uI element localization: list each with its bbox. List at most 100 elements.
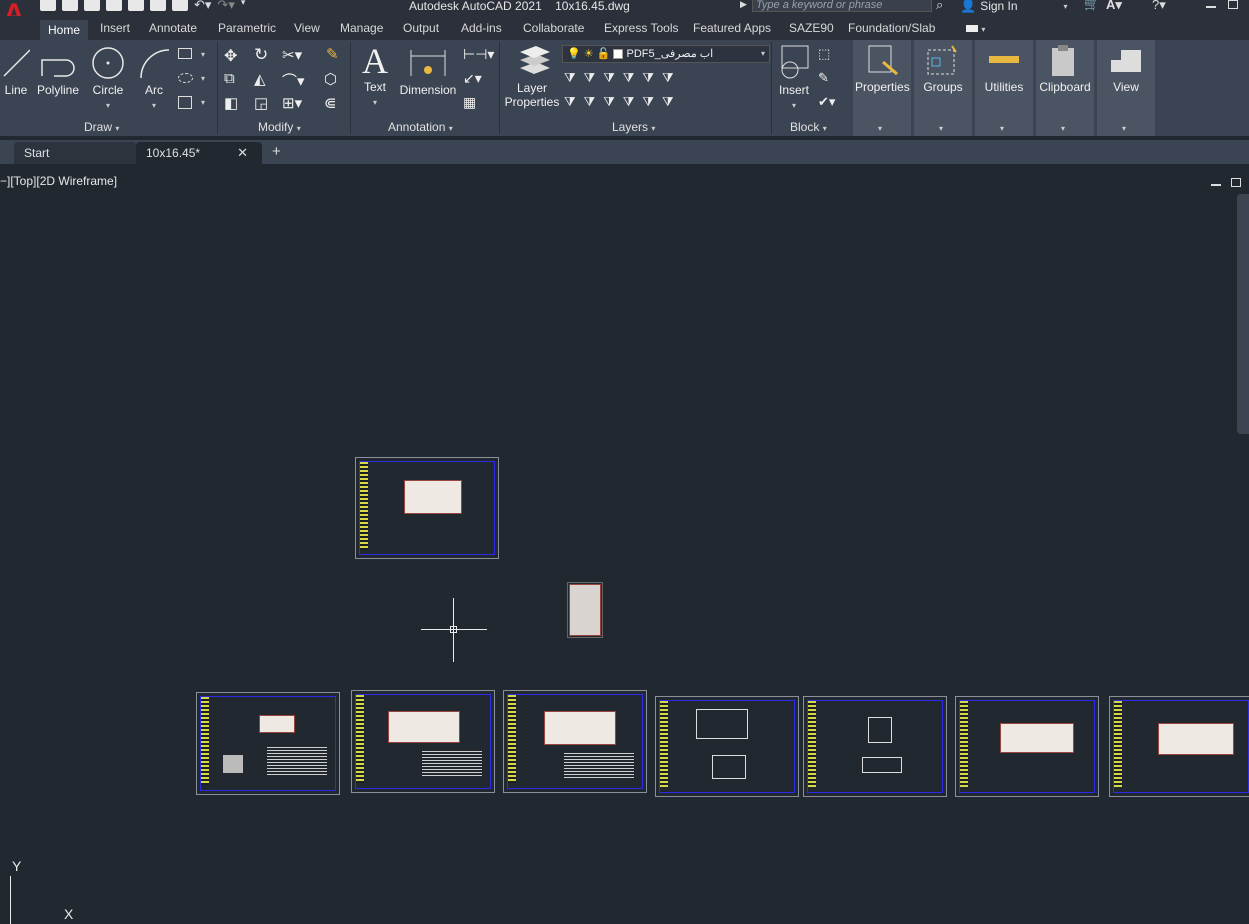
stretch-icon[interactable]: ◧ <box>224 94 238 112</box>
edit-block-icon[interactable]: ✎ <box>818 70 829 86</box>
new-file-icon[interactable] <box>40 0 56 11</box>
move-icon[interactable]: ✥ <box>224 46 237 66</box>
search-expand-icon[interactable]: ▶ <box>740 0 747 10</box>
ribbon-options-icon[interactable]: ▾ <box>966 20 985 40</box>
tab-manage[interactable]: Manage <box>340 20 383 40</box>
layer-properties-button[interactable]: Layer Properties <box>504 44 560 109</box>
draw-panel-title[interactable]: Draw ▾ <box>84 120 119 134</box>
help-icon[interactable]: ?▾ <box>1152 0 1166 13</box>
redo-icon[interactable]: ↷▾ <box>217 0 234 13</box>
fillet-icon[interactable]: ⌒▾ <box>282 70 305 91</box>
layer-on-icon: 💡 <box>567 48 581 60</box>
erase-icon[interactable]: ✎ <box>326 45 339 63</box>
tab-express-tools[interactable]: Express Tools <box>604 20 678 40</box>
block-panel-title[interactable]: Block ▾ <box>790 120 827 134</box>
properties-panel[interactable]: Properties ▾ <box>853 40 911 136</box>
insert-button[interactable]: Insert ▾ <box>776 44 812 111</box>
undo-icon[interactable]: ↶▾ <box>194 0 211 13</box>
arc-button[interactable]: Arc ▾ <box>138 46 170 111</box>
chevron-down-icon[interactable]: ▾ <box>201 74 205 83</box>
drawing-sheet[interactable] <box>355 457 499 559</box>
leader-icon[interactable]: ↙▾ <box>463 70 482 87</box>
drawing-sheet[interactable] <box>503 690 647 793</box>
layer-dropdown[interactable]: 💡 ☀ 🔓 PDF5_اب مصرفی ▾ <box>562 45 770 63</box>
customize-qat-icon[interactable]: ▾ <box>241 0 246 13</box>
layers-panel-title[interactable]: Layers ▾ <box>612 120 655 134</box>
search-icon[interactable]: ⌕ <box>936 0 943 13</box>
tab-home[interactable]: Home <box>40 20 89 40</box>
tab-drawing-file[interactable]: 10x16.45* ✕ <box>136 142 262 164</box>
view-panel[interactable]: View ▾ <box>1097 40 1155 136</box>
tab-insert[interactable]: Insert <box>100 20 130 40</box>
tab-annotate[interactable]: Annotate <box>149 20 197 40</box>
trim-icon[interactable]: ✂▾ <box>282 46 302 64</box>
open-web-icon[interactable] <box>128 0 144 11</box>
drawing-sheet[interactable] <box>655 696 799 797</box>
save-as-icon[interactable] <box>106 0 122 11</box>
text-button[interactable]: A Text ▾ <box>359 42 391 108</box>
tab-parametric[interactable]: Parametric <box>218 20 276 40</box>
cart-icon[interactable]: 🛒 <box>1084 0 1099 11</box>
utilities-panel[interactable]: Utilities ▾ <box>975 40 1033 136</box>
sign-in-button[interactable]: 👤 Sign In ▾ <box>960 0 1068 14</box>
tab-collaborate[interactable]: Collaborate <box>523 20 584 40</box>
annotation-panel-title[interactable]: Annotation ▾ <box>388 120 453 134</box>
groups-panel[interactable]: Groups ▾ <box>914 40 972 136</box>
drawing-sheet[interactable] <box>351 690 495 793</box>
drawing-sheet[interactable] <box>803 696 947 797</box>
dimension-button[interactable]: Dimension <box>397 46 459 97</box>
explode-icon[interactable]: ⬡ <box>324 70 337 88</box>
circle-button[interactable]: Circle ▾ <box>90 46 126 111</box>
chevron-down-icon: ▾ <box>372 98 377 107</box>
floor-plan-drawing[interactable] <box>567 582 603 638</box>
new-tab-icon[interactable]: + <box>272 143 281 160</box>
minimize-icon[interactable] <box>1206 6 1216 8</box>
open-file-icon[interactable] <box>62 0 78 11</box>
viewport-minimize-icon[interactable] <box>1211 184 1221 186</box>
layer-tools-row-2[interactable]: ⧩⧩⧩⧩⧩⧩ <box>564 94 682 110</box>
line-icon <box>3 49 31 77</box>
create-block-icon[interactable]: ⬚ <box>818 46 830 62</box>
navigation-bar[interactable] <box>1237 194 1249 434</box>
polyline-button[interactable]: Polyline <box>36 46 80 97</box>
a360-icon[interactable]: A▾ <box>1106 0 1122 13</box>
rotate-icon[interactable]: ↻ <box>254 45 268 65</box>
clipboard-panel[interactable]: Clipboard ▾ <box>1036 40 1094 136</box>
tab-start[interactable]: Start <box>14 142 136 164</box>
modify-panel-title[interactable]: Modify ▾ <box>258 120 301 134</box>
viewport-maximize-icon[interactable] <box>1231 178 1241 187</box>
array-icon[interactable]: ⊞▾ <box>282 94 302 112</box>
rectangle-icon[interactable] <box>178 48 192 59</box>
scale-icon[interactable]: ◲ <box>254 94 268 112</box>
chevron-down-icon: ▾ <box>878 124 883 133</box>
table-icon[interactable]: ▦ <box>463 94 476 111</box>
viewport-controls[interactable]: −][Top][2D Wireframe] <box>0 174 117 188</box>
tab-output[interactable]: Output <box>403 20 439 40</box>
drawing-sheet[interactable] <box>1109 696 1249 797</box>
close-icon[interactable]: ✕ <box>237 142 248 164</box>
offset-icon[interactable]: ⋐ <box>324 94 337 112</box>
view-icon <box>1111 50 1141 72</box>
plot-icon[interactable] <box>172 0 188 11</box>
mirror-icon[interactable]: ◭ <box>254 70 266 88</box>
search-input[interactable]: Type a keyword or phrase <box>752 0 932 12</box>
drawing-sheet[interactable] <box>955 696 1099 797</box>
save-icon[interactable] <box>84 0 100 11</box>
tab-featured-apps[interactable]: Featured Apps <box>693 20 771 40</box>
hatch-icon[interactable] <box>178 73 193 83</box>
drawing-sheet[interactable] <box>196 692 340 795</box>
copy-icon[interactable]: ⧉ <box>224 70 235 87</box>
layer-tools-row-1[interactable]: ⧩⧩⧩⧩⧩⧩ <box>564 70 682 86</box>
linear-dimension-icon[interactable]: ⊢⊣▾ <box>463 46 494 63</box>
block-attributes-icon[interactable]: ✔▾ <box>818 94 835 110</box>
chevron-down-icon[interactable]: ▾ <box>201 50 205 59</box>
save-web-icon[interactable] <box>150 0 166 11</box>
chevron-down-icon[interactable]: ▾ <box>201 98 205 107</box>
line-button[interactable]: Line <box>2 46 31 97</box>
tab-view[interactable]: View <box>294 20 320 40</box>
gradient-icon[interactable] <box>178 96 192 109</box>
tab-foundation-slab[interactable]: Foundation/Slab <box>848 20 935 40</box>
restore-icon[interactable] <box>1228 0 1238 9</box>
tab-saze90[interactable]: SAZE90 <box>789 20 834 40</box>
tab-add-ins[interactable]: Add-ins <box>461 20 502 40</box>
